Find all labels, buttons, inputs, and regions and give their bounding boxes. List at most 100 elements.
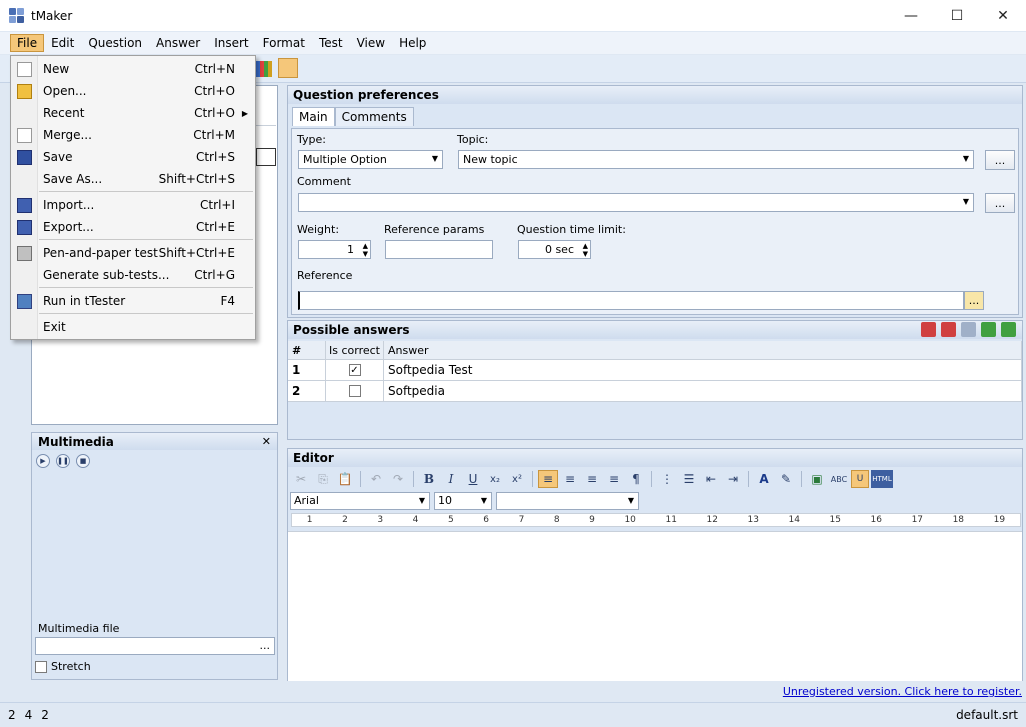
ruler[interactable]: 1 2 3 4 5 6 7 8 9 10 11 12 13 14 15 16 1…: [291, 513, 1021, 527]
reference-input[interactable]: [298, 291, 964, 310]
tab-comments[interactable]: Comments: [334, 107, 414, 126]
maximize-button[interactable]: ☐: [934, 0, 980, 31]
correct-checkbox[interactable]: ✓: [348, 364, 361, 376]
paragraph-icon[interactable]: ¶: [626, 470, 646, 488]
new-file-icon: [17, 61, 32, 77]
close-icon[interactable]: ✕: [262, 435, 271, 448]
type-select[interactable]: Multiple Option ▼: [298, 150, 443, 169]
weight-spinner[interactable]: 1 ▲ ▼: [298, 240, 371, 259]
reference-params-label: Reference params: [384, 223, 485, 236]
undo-icon[interactable]: ↶: [366, 470, 386, 488]
menu-test[interactable]: Test: [312, 34, 350, 52]
move-down-icon[interactable]: [981, 322, 996, 337]
col-correct-header[interactable]: Is correct: [326, 341, 384, 359]
cut-icon[interactable]: ✂: [291, 470, 311, 488]
menu-item-export[interactable]: Export... Ctrl+E: [11, 216, 255, 238]
align-right-icon[interactable]: ≡: [582, 470, 602, 488]
remove-answer-icon[interactable]: [941, 322, 956, 337]
window-icon[interactable]: [278, 58, 298, 78]
italic-button[interactable]: I: [441, 470, 461, 488]
answer-text[interactable]: Softpedia: [384, 381, 1022, 401]
menu-item-recent[interactable]: Recent Ctrl+O ▶: [11, 102, 255, 124]
spin-down-icon: ▼: [362, 250, 368, 258]
design-mode-icon[interactable]: U: [851, 470, 869, 488]
menu-item-new[interactable]: New Ctrl+N: [11, 58, 255, 80]
spellcheck-icon[interactable]: ABC: [829, 470, 849, 488]
menu-item-run-ttester[interactable]: Run in tTester F4: [11, 290, 255, 312]
import-answers-icon[interactable]: [1001, 322, 1016, 337]
align-left-icon[interactable]: ≡: [538, 470, 558, 488]
menu-item-import[interactable]: Import... Ctrl+I: [11, 194, 255, 216]
chart-icon[interactable]: [256, 61, 272, 77]
multimedia-panel: Multimedia ✕ ▶ ❚❚ ■ Multimedia file ... …: [31, 432, 278, 680]
registration-row: Unregistered version. Click here to regi…: [0, 683, 1026, 700]
add-answer-icon[interactable]: [921, 322, 936, 337]
menu-item-exit[interactable]: Exit: [11, 316, 255, 338]
printer-icon: [17, 245, 32, 261]
reference-params-input[interactable]: [385, 240, 493, 259]
play-icon[interactable]: ▶: [36, 454, 50, 468]
align-center-icon[interactable]: ≡: [560, 470, 580, 488]
superscript-button[interactable]: x²: [507, 470, 527, 488]
menu-item-save-as[interactable]: Save As... Shift+Ctrl+S: [11, 168, 255, 190]
font-name-select[interactable]: Arial ▼: [290, 492, 430, 510]
editor-text-area[interactable]: [288, 531, 1022, 681]
font-size-select[interactable]: 10 ▼: [434, 492, 492, 510]
paste-icon[interactable]: 📋: [335, 470, 355, 488]
copy-icon[interactable]: ⎘: [313, 470, 333, 488]
highlight-icon[interactable]: ✎: [776, 470, 796, 488]
col-number-header[interactable]: #: [288, 341, 326, 359]
close-window-button[interactable]: ✕: [980, 0, 1026, 31]
menu-question[interactable]: Question: [81, 34, 149, 52]
html-mode-icon[interactable]: HTML: [871, 470, 893, 488]
menu-item-save[interactable]: Save Ctrl+S: [11, 146, 255, 168]
stop-icon[interactable]: ■: [76, 454, 90, 468]
underline-button[interactable]: U: [463, 470, 483, 488]
stretch-checkbox[interactable]: [35, 660, 47, 673]
pause-icon[interactable]: ❚❚: [56, 454, 70, 468]
submenu-arrow-icon: ▶: [241, 108, 248, 118]
subscript-button[interactable]: x₂: [485, 470, 505, 488]
menu-view[interactable]: View: [350, 34, 392, 52]
possible-answers-panel: Possible answers # Is correct Answer 1 ✓…: [287, 320, 1023, 440]
topic-browse-button[interactable]: ...: [985, 150, 1015, 170]
table-row[interactable]: 1 ✓ Softpedia Test: [288, 360, 1022, 381]
move-up-icon[interactable]: [961, 322, 976, 337]
decrease-indent-icon[interactable]: ⇤: [701, 470, 721, 488]
menu-file[interactable]: File: [10, 34, 45, 52]
topic-select[interactable]: New topic ▼: [458, 150, 974, 169]
increase-indent-icon[interactable]: ⇥: [723, 470, 743, 488]
justify-icon[interactable]: ≡: [604, 470, 624, 488]
comment-select[interactable]: ▼: [298, 193, 974, 212]
insert-image-icon[interactable]: ▣: [807, 470, 827, 488]
font-color-icon[interactable]: A: [754, 470, 774, 488]
bold-button[interactable]: B: [419, 470, 439, 488]
menu-help[interactable]: Help: [392, 34, 433, 52]
answer-text[interactable]: Softpedia Test: [384, 360, 1022, 380]
minimize-button[interactable]: —: [888, 0, 934, 31]
menu-item-open[interactable]: Open... Ctrl+O: [11, 80, 255, 102]
menu-item-pen-and-paper[interactable]: Pen-and-paper test Shift+Ctrl+E: [11, 242, 255, 264]
tab-main[interactable]: Main: [292, 107, 335, 126]
multimedia-file-input[interactable]: ...: [35, 637, 275, 655]
menu-edit[interactable]: Edit: [44, 34, 81, 52]
menu-insert[interactable]: Insert: [207, 34, 255, 52]
answers-grid[interactable]: # Is correct Answer 1 ✓ Softpedia Test 2…: [288, 341, 1022, 402]
register-link[interactable]: Unregistered version. Click here to regi…: [783, 685, 1022, 698]
menu-item-generate-subtests[interactable]: Generate sub-tests... Ctrl+G: [11, 264, 255, 286]
reference-browse-button[interactable]: ...: [964, 291, 984, 310]
menu-item-merge[interactable]: Merge... Ctrl+M: [11, 124, 255, 146]
redo-icon[interactable]: ↷: [388, 470, 408, 488]
comment-browse-button[interactable]: ...: [985, 193, 1015, 213]
menu-format[interactable]: Format: [256, 34, 312, 52]
style-select[interactable]: ▼: [496, 492, 639, 510]
browse-file-button[interactable]: ...: [260, 639, 271, 652]
menu-answer[interactable]: Answer: [149, 34, 207, 52]
col-answer-header[interactable]: Answer: [384, 341, 1022, 359]
numbered-list-icon[interactable]: ⋮: [657, 470, 677, 488]
bullet-list-icon[interactable]: ☰: [679, 470, 699, 488]
correct-checkbox[interactable]: [348, 385, 361, 397]
time-limit-spinner[interactable]: 0 sec ▲ ▼: [518, 240, 591, 259]
table-row[interactable]: 2 Softpedia: [288, 381, 1022, 402]
save-disk-icon: [17, 149, 32, 165]
